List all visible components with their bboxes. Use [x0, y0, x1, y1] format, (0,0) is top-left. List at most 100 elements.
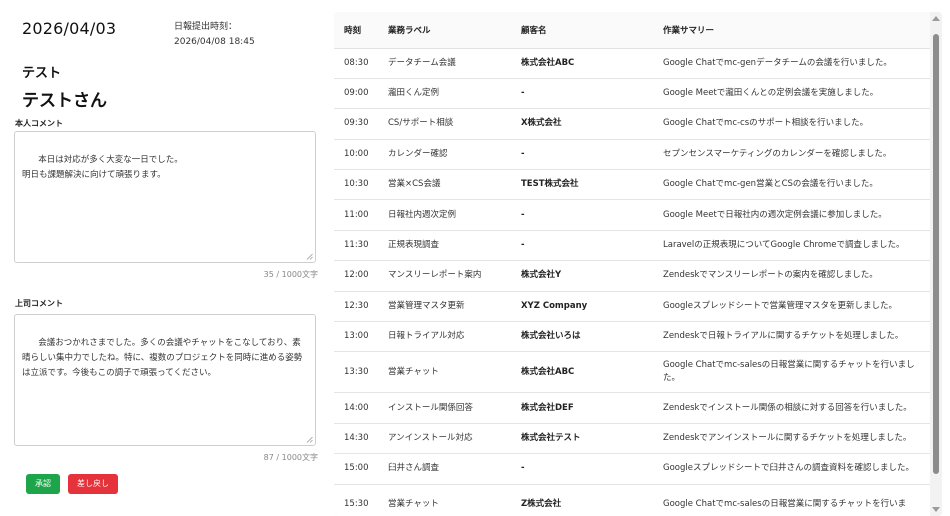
row-time: 14:30: [344, 432, 369, 443]
row-time: 09:00: [344, 88, 369, 98]
boss-comment-textarea[interactable]: 会議おつかれさまでした。多くの会議やチャットをこなしており、素晴らしい集中力でし…: [14, 314, 316, 446]
return-button[interactable]: 差し戻し: [68, 474, 118, 494]
row-time: 13:30: [344, 366, 369, 377]
row-time: 11:30: [344, 239, 369, 250]
table-row: 10:30 営業×CS会議 TEST株式会社 Google Chatでmc-gen営業…: [334, 169, 930, 200]
activity-table-panel: 時刻 業務ラベル 顧客名 作業サマリー 08:30 データチーム会議 株式会社ABC…: [334, 12, 942, 516]
resize-handle-icon[interactable]: [306, 436, 313, 443]
row-time: 10:00: [344, 148, 369, 159]
table-scrollbar[interactable]: [930, 12, 942, 516]
row-task-label: CS/サポート相談: [388, 118, 454, 129]
boss-comment-text: 会議おつかれさまでした。多くの会議やチャットをこなしており、素晴らしい集中力でし…: [22, 337, 303, 378]
table-row: 15:30 営業チャット Z株式会社 Google Chatでmc-salesの日報営…: [334, 484, 930, 516]
resize-handle-icon[interactable]: [306, 253, 313, 260]
row-customer: Z株式会社: [521, 498, 562, 509]
row-customer: TEST株式会社: [521, 179, 579, 190]
report-detail-panel: 2026/04/03 日報提出時刻： 2026/04/08 18:45 テスト …: [0, 0, 332, 516]
row-summary: Zendeskで日報トライアルに関するチケットを処理しました。: [663, 331, 904, 342]
submitted-time-label: 日報提出時刻：: [174, 22, 238, 32]
table-row: 08:30 データチーム会議 株式会社ABC Google Chatでmc-genデー…: [334, 48, 930, 79]
row-summary: Google Chatでmc-salesの日報営業に関するチャットを行いました。: [663, 360, 915, 384]
row-customer: -: [521, 148, 525, 159]
row-time: 10:30: [344, 179, 369, 190]
report-date: 2026/04/03: [22, 19, 117, 38]
row-summary: Zendeskでインストール関係の相談に対する回答を行いました。: [663, 402, 912, 413]
row-time: 15:30: [344, 498, 369, 509]
row-summary: Google Chatでmc-csのサポート相談を行いました。: [663, 118, 869, 129]
table-row: 13:00 日報トライアル対応 株式会社いろは Zendeskで日報トライアルに関する…: [334, 321, 930, 352]
self-comment-char-count: 35 / 1000文字: [263, 270, 318, 279]
row-time: 15:00: [344, 463, 369, 474]
row-summary: Google Chatでmc-salesの日報営業に関するチャットを行いま: [663, 498, 907, 509]
row-task-label: 日報社内週次定例: [388, 209, 457, 220]
row-summary: Zendeskでマンスリーレポートの案内を確認しました。: [663, 270, 878, 281]
header-task-label: 業務ラベル: [378, 12, 511, 49]
table-header-row: 時刻 業務ラベル 顧客名 作業サマリー: [334, 12, 930, 49]
row-customer: 株式会社Y: [521, 270, 562, 281]
table-row: 12:30 営業管理マスタ更新 XYZ Company Googleスプレッドシートで…: [334, 291, 930, 322]
row-summary: Google Chatでmc-gen営業とCSの会議を行いました。: [663, 179, 878, 190]
self-comment-label: 本人コメント: [15, 119, 63, 128]
row-task-label: カレンダー確認: [388, 148, 448, 159]
table-row: 09:30 CS/サポート相談 X株式会社 Google Chatでmc-csのサポー…: [334, 108, 930, 140]
row-time: 09:30: [344, 118, 369, 129]
row-time: 08:30: [344, 57, 369, 68]
self-comment-text: 本日は対応が多く大変な一日でした。 明日も課題解決に向けて頑張ります。: [22, 154, 183, 180]
boss-comment-label: 上司コメント: [15, 299, 63, 308]
row-summary: セプンセンスマーケティングのカレンダーを確認しました。: [663, 148, 892, 159]
table-row: 09:00 瀧田くん定例 - Google Meetで瀧田くんとの定例会議を実施しまし…: [334, 78, 930, 109]
activity-table-scroll-area[interactable]: 時刻 業務ラベル 顧客名 作業サマリー 08:30 データチーム会議 株式会社ABC…: [334, 12, 930, 516]
row-customer: 株式会社テスト: [521, 432, 581, 443]
boss-comment-char-count: 87 / 1000文字: [263, 453, 318, 462]
row-time: 13:00: [344, 331, 369, 342]
row-time: 11:00: [344, 209, 369, 220]
row-customer: -: [521, 463, 525, 474]
row-summary: Google Chatでmc-genデータチームの会議を行いました。: [663, 57, 892, 68]
activity-table: 時刻 業務ラベル 顧客名 作業サマリー 08:30 データチーム会議 株式会社ABC…: [334, 12, 930, 516]
row-summary: Google Meetで日報社内の週次定例会議に参加しました。: [663, 209, 887, 220]
row-customer: 株式会社ABC: [521, 366, 575, 377]
row-summary: Googleスプレッドシートで臼井さんの調査資料を確認しました。: [663, 463, 914, 474]
row-task-label: インストール関係回答: [388, 402, 473, 413]
row-customer: -: [521, 209, 525, 220]
row-customer: -: [521, 239, 525, 250]
department-name: テスト: [22, 66, 62, 81]
table-row: 14:30 アンインストール対応 株式会社テスト Zendeskでアンインストールに関…: [334, 423, 930, 454]
row-summary: Laravelの正規表現についてGoogle Chromeで調査しました。: [663, 239, 905, 250]
approve-button[interactable]: 承認: [26, 474, 60, 494]
table-row: 13:30 営業チャット 株式会社ABC Google Chatでmc-salesの日…: [334, 351, 930, 393]
row-task-label: 営業チャット: [388, 498, 439, 509]
row-task-label: マンスリーレポート案内: [388, 270, 482, 281]
self-comment-textarea[interactable]: 本日は対応が多く大変な一日でした。 明日も課題解決に向けて頑張ります。: [14, 131, 316, 263]
table-row: 12:00 マンスリーレポート案内 株式会社Y Zendeskでマンスリーレポートの案…: [334, 260, 930, 292]
header-customer: 顧客名: [511, 12, 653, 49]
scroll-down-icon[interactable]: [932, 507, 940, 512]
table-row: 15:00 臼井さん調査 - Googleスプレッドシートで臼井さんの調査資料を確認し…: [334, 453, 930, 485]
scroll-up-icon[interactable]: [932, 16, 940, 21]
table-row: 10:00 カレンダー確認 - セプンセンスマーケティングのカレンダーを確認しました。: [334, 139, 930, 170]
row-time: 12:00: [344, 270, 369, 281]
row-task-label: 瀧田くん定例: [388, 88, 440, 98]
scrollbar-thumb[interactable]: [933, 34, 939, 474]
row-customer: XYZ Company: [521, 300, 588, 311]
row-task-label: 営業管理マスタ更新: [388, 300, 465, 311]
row-summary: Zendeskでアンインストールに関するチケットを処理しました。: [663, 432, 912, 443]
row-task-label: 正規表現調査: [388, 239, 440, 250]
row-customer: X株式会社: [521, 118, 562, 129]
row-summary: Google Meetで瀧田くんとの定例会議を実施しました。: [663, 88, 879, 98]
row-customer: -: [521, 88, 525, 98]
row-customer: 株式会社いろは: [521, 331, 581, 342]
row-summary: Googleスプレッドシートで営業管理マスタを更新しました。: [663, 300, 897, 311]
table-row: 14:00 インストール関係回答 株式会社DEF Zendeskでインストール関係の相…: [334, 392, 930, 424]
table-row: 11:00 日報社内週次定例 - Google Meetで日報社内の週次定例会議に参加…: [334, 199, 930, 231]
header-summary: 作業サマリー: [653, 12, 930, 49]
row-task-label: 営業×CS会議: [388, 179, 441, 190]
row-task-label: 臼井さん調査: [388, 463, 440, 474]
row-task-label: 日報トライアル対応: [388, 331, 465, 342]
row-time: 12:30: [344, 300, 369, 311]
row-customer: 株式会社DEF: [521, 402, 574, 413]
table-body: 08:30 データチーム会議 株式会社ABC Google Chatでmc-genデー…: [334, 48, 930, 516]
row-task-label: 営業チャット: [388, 366, 439, 377]
row-customer: 株式会社ABC: [521, 57, 575, 68]
row-time: 14:00: [344, 402, 369, 413]
